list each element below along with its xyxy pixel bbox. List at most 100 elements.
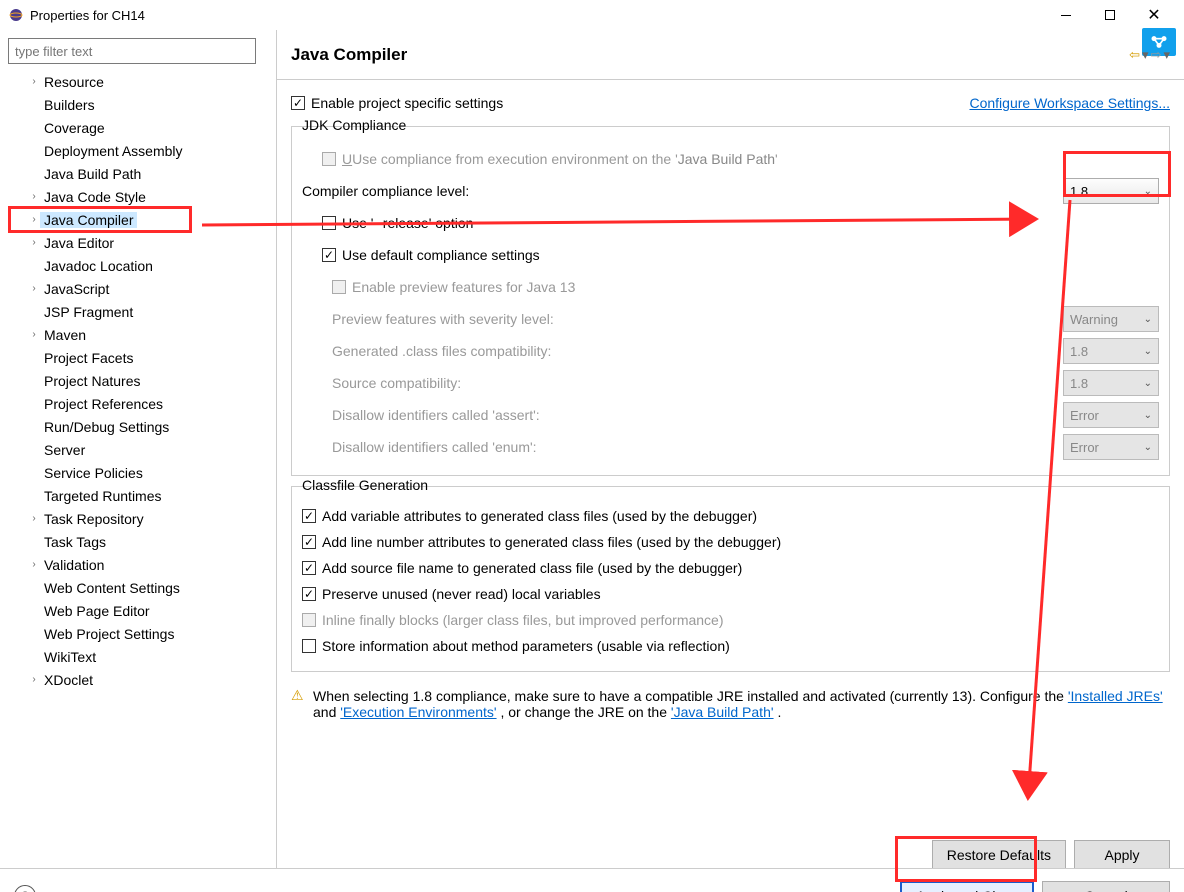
sidebar-item-jsp-fragment[interactable]: JSP Fragment xyxy=(8,300,268,323)
sidebar-item-xdoclet[interactable]: ›XDoclet xyxy=(8,668,268,691)
assert-label: Disallow identifiers called 'assert': xyxy=(332,407,1063,423)
enable-project-specific-label: Enable project specific settings xyxy=(311,95,503,111)
sidebar-item-java-build-path[interactable]: Java Build Path xyxy=(8,162,268,185)
sidebar-item-label: Builders xyxy=(40,97,99,113)
default-compliance-label: Use default compliance settings xyxy=(342,247,540,263)
sidebar-item-web-project-settings[interactable]: Web Project Settings xyxy=(8,622,268,645)
generated-files-label: Generated .class files compatibility: xyxy=(332,343,1063,359)
sidebar-item-task-tags[interactable]: Task Tags xyxy=(8,530,268,553)
sidebar-item-validation[interactable]: ›Validation xyxy=(8,553,268,576)
sidebar-item-builders[interactable]: Builders xyxy=(8,93,268,116)
source-compat-select: 1.8⌄ xyxy=(1063,370,1159,396)
java-build-path-link[interactable]: 'Java Build Path' xyxy=(671,704,774,720)
sidebar: ›ResourceBuildersCoverageDeployment Asse… xyxy=(0,30,277,868)
sidebar-item-label: Server xyxy=(40,442,89,458)
line-attr-checkbox[interactable] xyxy=(302,535,316,549)
sidebar-item-project-facets[interactable]: Project Facets xyxy=(8,346,268,369)
source-attr-checkbox[interactable] xyxy=(302,561,316,575)
sidebar-item-label: Deployment Assembly xyxy=(40,143,187,159)
source-compat-label: Source compatibility: xyxy=(332,375,1063,391)
expand-arrow-icon[interactable]: › xyxy=(28,191,40,202)
expand-arrow-icon[interactable]: › xyxy=(28,559,40,570)
expand-arrow-icon[interactable]: › xyxy=(28,674,40,685)
execution-env-link[interactable]: 'Execution Environments' xyxy=(340,704,496,720)
warning-icon: ⚠ xyxy=(291,688,307,704)
sidebar-item-label: Java Code Style xyxy=(40,189,150,205)
preserve-unused-checkbox[interactable] xyxy=(302,587,316,601)
close-button[interactable]: ✕ xyxy=(1132,1,1176,29)
help-icon[interactable]: ? xyxy=(14,885,36,892)
sidebar-item-service-policies[interactable]: Service Policies xyxy=(8,461,268,484)
expand-arrow-icon[interactable]: › xyxy=(28,237,40,248)
titlebar: Properties for CH14 ✕ xyxy=(0,0,1184,30)
minimize-button[interactable] xyxy=(1044,1,1088,29)
var-attr-checkbox[interactable] xyxy=(302,509,316,523)
expand-arrow-icon[interactable]: › xyxy=(28,329,40,340)
enable-project-specific-checkbox[interactable] xyxy=(291,96,305,110)
sidebar-item-deployment-assembly[interactable]: Deployment Assembly xyxy=(8,139,268,162)
configure-workspace-link[interactable]: Configure Workspace Settings... xyxy=(969,95,1170,111)
sidebar-item-task-repository[interactable]: ›Task Repository xyxy=(8,507,268,530)
sidebar-item-label: Task Repository xyxy=(40,511,148,527)
expand-arrow-icon[interactable]: › xyxy=(28,76,40,87)
sidebar-item-label: Task Tags xyxy=(40,534,110,550)
sidebar-item-run-debug-settings[interactable]: Run/Debug Settings xyxy=(8,415,268,438)
classfile-generation-group: Classfile Generation Add variable attrib… xyxy=(291,486,1170,672)
sidebar-item-web-content-settings[interactable]: Web Content Settings xyxy=(8,576,268,599)
nav-forward-menu-icon[interactable]: ▾ xyxy=(1163,47,1170,63)
expand-arrow-icon[interactable]: › xyxy=(28,214,40,225)
sidebar-item-maven[interactable]: ›Maven xyxy=(8,323,268,346)
line-attr-label: Add line number attributes to generated … xyxy=(322,534,781,550)
sidebar-item-label: Maven xyxy=(40,327,90,343)
maximize-button[interactable] xyxy=(1088,1,1132,29)
apply-button[interactable]: Apply xyxy=(1074,840,1170,868)
nav-forward-icon[interactable]: ⇨ xyxy=(1151,47,1162,63)
sidebar-item-javadoc-location[interactable]: Javadoc Location xyxy=(8,254,268,277)
apply-and-close-button[interactable]: Apply and Close xyxy=(900,881,1034,892)
sidebar-item-label: WikiText xyxy=(40,649,100,665)
sidebar-item-label: Service Policies xyxy=(40,465,147,481)
window-title: Properties for CH14 xyxy=(30,8,1044,23)
sidebar-item-coverage[interactable]: Coverage xyxy=(8,116,268,139)
nav-back-menu-icon[interactable]: ▾ xyxy=(1142,47,1149,63)
restore-defaults-button[interactable]: Restore Defaults xyxy=(932,840,1066,868)
preview-severity-label: Preview features with severity level: xyxy=(332,311,1063,327)
preview-severity-select: Warning⌄ xyxy=(1063,306,1159,332)
bottom-bar: ? Apply and Close Cancel xyxy=(0,868,1184,892)
filter-input[interactable] xyxy=(8,38,256,64)
enum-select: Error⌄ xyxy=(1063,434,1159,460)
installed-jres-link[interactable]: 'Installed JREs' xyxy=(1068,688,1163,704)
compliance-level-select[interactable]: 1.8⌄ xyxy=(1063,178,1159,204)
store-params-checkbox[interactable] xyxy=(302,639,316,653)
sidebar-item-label: Project Natures xyxy=(40,373,144,389)
sidebar-item-server[interactable]: Server xyxy=(8,438,268,461)
assert-select: Error⌄ xyxy=(1063,402,1159,428)
sidebar-item-java-editor[interactable]: ›Java Editor xyxy=(8,231,268,254)
page-title: Java Compiler xyxy=(291,45,407,65)
sidebar-item-resource[interactable]: ›Resource xyxy=(8,70,268,93)
expand-arrow-icon[interactable]: › xyxy=(28,513,40,524)
sidebar-item-project-natures[interactable]: Project Natures xyxy=(8,369,268,392)
sidebar-item-java-compiler[interactable]: ›Java Compiler xyxy=(8,208,268,231)
preserve-unused-label: Preserve unused (never read) local varia… xyxy=(322,586,601,602)
cancel-button[interactable]: Cancel xyxy=(1042,881,1170,892)
release-option-checkbox[interactable] xyxy=(322,216,336,230)
sidebar-item-project-references[interactable]: Project References xyxy=(8,392,268,415)
sidebar-item-targeted-runtimes[interactable]: Targeted Runtimes xyxy=(8,484,268,507)
source-attr-label: Add source file name to generated class … xyxy=(322,560,742,576)
sidebar-item-web-page-editor[interactable]: Web Page Editor xyxy=(8,599,268,622)
default-compliance-checkbox[interactable] xyxy=(322,248,336,262)
expand-arrow-icon[interactable]: › xyxy=(28,283,40,294)
use-compliance-env-checkbox xyxy=(322,152,336,166)
sidebar-item-label: Validation xyxy=(40,557,108,573)
var-attr-label: Add variable attributes to generated cla… xyxy=(322,508,757,524)
sidebar-item-wikitext[interactable]: WikiText xyxy=(8,645,268,668)
nav-back-icon[interactable]: ⇦ xyxy=(1129,47,1140,63)
compliance-level-label: Compiler compliance level: xyxy=(302,183,1063,199)
sidebar-item-label: XDoclet xyxy=(40,672,97,688)
category-tree: ›ResourceBuildersCoverageDeployment Asse… xyxy=(8,70,268,691)
compliance-warning: ⚠ When selecting 1.8 compliance, make su… xyxy=(291,688,1170,720)
sidebar-item-javascript[interactable]: ›JavaScript xyxy=(8,277,268,300)
sidebar-item-java-code-style[interactable]: ›Java Code Style xyxy=(8,185,268,208)
sidebar-item-label: Resource xyxy=(40,74,108,90)
